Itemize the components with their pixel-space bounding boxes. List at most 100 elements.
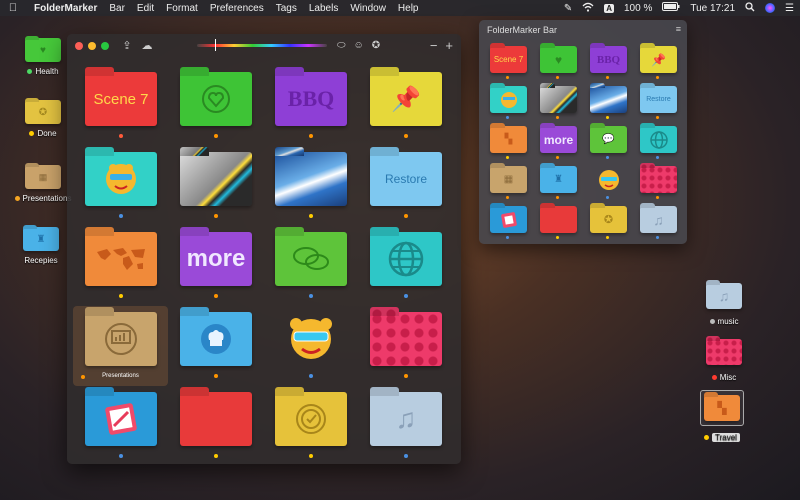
menu-preferences[interactable]: Preferences (210, 3, 264, 14)
folder-cell-selected[interactable]: Presentations (73, 306, 168, 386)
folder-cell[interactable] (263, 146, 358, 226)
tag-dot (556, 236, 559, 239)
tag-dot (506, 76, 509, 79)
tag-dot (81, 375, 85, 379)
panel-folder[interactable]: 📌 (633, 40, 683, 80)
folder-cell[interactable]: BBQ (263, 66, 358, 146)
menu-edit[interactable]: Edit (137, 3, 154, 14)
folder-cell[interactable] (168, 146, 263, 226)
emoji-icon[interactable]: ☺ (354, 40, 364, 51)
folder-cell[interactable] (263, 386, 358, 464)
input-source-icon[interactable]: A (604, 3, 614, 13)
tag-dot (606, 76, 609, 79)
panel-folder[interactable]: more (533, 120, 583, 160)
desktop-folder-done[interactable]: ✪ Done (11, 100, 75, 138)
menu-app-name[interactable]: FolderMarker (34, 3, 97, 14)
panel-folder[interactable]: Restore (633, 80, 683, 120)
panel-folder[interactable]: ♫ (633, 200, 683, 240)
desktop-folder-label: music (717, 317, 739, 326)
menu-window[interactable]: Window (350, 3, 386, 14)
tag-icon[interactable]: ⬭ (337, 40, 346, 51)
heart-icon: ♥ (25, 38, 61, 62)
tiger-icon (490, 86, 527, 113)
minimize-button[interactable] (88, 42, 96, 50)
cloud-icon[interactable]: ☁ (140, 40, 154, 52)
panel-folder[interactable] (633, 160, 683, 200)
music-note-icon: ♫ (653, 211, 664, 228)
folder-cell[interactable]: ♫ (358, 386, 453, 464)
folder-text: BBQ (596, 53, 621, 66)
panel-folder[interactable]: ♥ (533, 40, 583, 80)
music-note-icon: ♫ (395, 403, 417, 434)
siri-icon[interactable] (765, 3, 776, 13)
presentation-icon (85, 312, 157, 366)
folder-cell[interactable] (263, 306, 358, 386)
panel-folder[interactable] (533, 200, 583, 240)
folder-cell[interactable] (168, 386, 263, 464)
folder-cell[interactable] (168, 306, 263, 386)
notification-center-icon[interactable]: ☰ (785, 3, 794, 14)
folder-cell[interactable] (263, 226, 358, 306)
tag-dot (656, 196, 659, 199)
desktop-folder-presentations[interactable]: ▦ Presentations (11, 165, 75, 203)
folder-cell[interactable]: Restore (358, 146, 453, 226)
desktop-folder-misc[interactable]: Misc (694, 339, 754, 382)
folder-cell[interactable] (73, 226, 168, 306)
panel-folder[interactable] (483, 80, 533, 120)
menu-tags[interactable]: Tags (276, 3, 297, 14)
folder-label: Presentations (102, 373, 139, 379)
window-titlebar: ⇪ ☁ ⬭ ☺ ✪ − + (67, 34, 461, 58)
panel-folder[interactable]: BBQ (583, 40, 633, 80)
panel-folder[interactable] (483, 200, 533, 240)
menubar-clock[interactable]: Tue 17:21 (690, 3, 735, 14)
desktop-folder-music[interactable]: ♫ music (694, 283, 754, 326)
color-slider[interactable] (197, 44, 327, 47)
panel-folder[interactable]: Scene 7 (483, 40, 533, 80)
apple-icon[interactable]:  (6, 2, 20, 14)
heart-icon: ♥ (554, 52, 563, 67)
pin-icon: 📌 (651, 52, 666, 67)
menu-help[interactable]: Help (398, 3, 419, 14)
add-button[interactable]: + (445, 39, 453, 53)
panel-folder[interactable] (633, 120, 683, 160)
folder-cell[interactable] (73, 386, 168, 464)
folder-cell[interactable] (168, 66, 263, 146)
spotlight-search-icon[interactable] (745, 1, 755, 15)
presentation-icon: ▦ (25, 165, 61, 189)
panel-folder[interactable]: ▚ (483, 120, 533, 160)
folder-cell[interactable] (358, 306, 453, 386)
folder-cell[interactable]: more (168, 226, 263, 306)
menu-labels[interactable]: Labels (309, 3, 338, 14)
desktop-folder-travel[interactable]: ▚ Travel (692, 390, 752, 442)
tag-dot (606, 156, 609, 159)
desktop-folder-label: Travel (712, 433, 740, 442)
folder-cell[interactable] (73, 146, 168, 226)
desktop-folder-health[interactable]: ♥ Health (11, 38, 75, 76)
folder-cell[interactable] (358, 226, 453, 306)
panel-folder[interactable]: ✪ (583, 200, 633, 240)
wifi-icon[interactable] (582, 2, 594, 15)
statue-image (540, 86, 577, 113)
menu-bar[interactable]: Bar (109, 3, 125, 14)
color-slider-knob[interactable] (215, 39, 216, 51)
tag-dot (404, 374, 408, 378)
remove-button[interactable]: − (430, 39, 438, 53)
battery-icon[interactable] (662, 2, 680, 14)
list-icon[interactable]: ≡ (676, 24, 681, 34)
folder-cell[interactable]: 📌 (358, 66, 453, 146)
desktop-folder-recepies[interactable]: ♜ Recepies (9, 227, 73, 265)
close-button[interactable] (75, 42, 83, 50)
pencil-icon[interactable]: ✎ (564, 3, 572, 14)
panel-folder[interactable]: 💬 (583, 120, 633, 160)
menu-format[interactable]: Format (166, 3, 198, 14)
badge-icon[interactable]: ✪ (372, 40, 380, 51)
panel-folder[interactable] (533, 80, 583, 120)
panel-folder[interactable]: ▦ (483, 160, 533, 200)
panel-folder[interactable] (583, 160, 633, 200)
tag-dot (214, 214, 218, 218)
share-icon[interactable]: ⇪ (120, 40, 134, 52)
panel-folder[interactable]: ♜ (533, 160, 583, 200)
folder-cell[interactable]: Scene 7 (73, 66, 168, 146)
zoom-button[interactable] (101, 42, 109, 50)
panel-folder[interactable] (583, 80, 633, 120)
